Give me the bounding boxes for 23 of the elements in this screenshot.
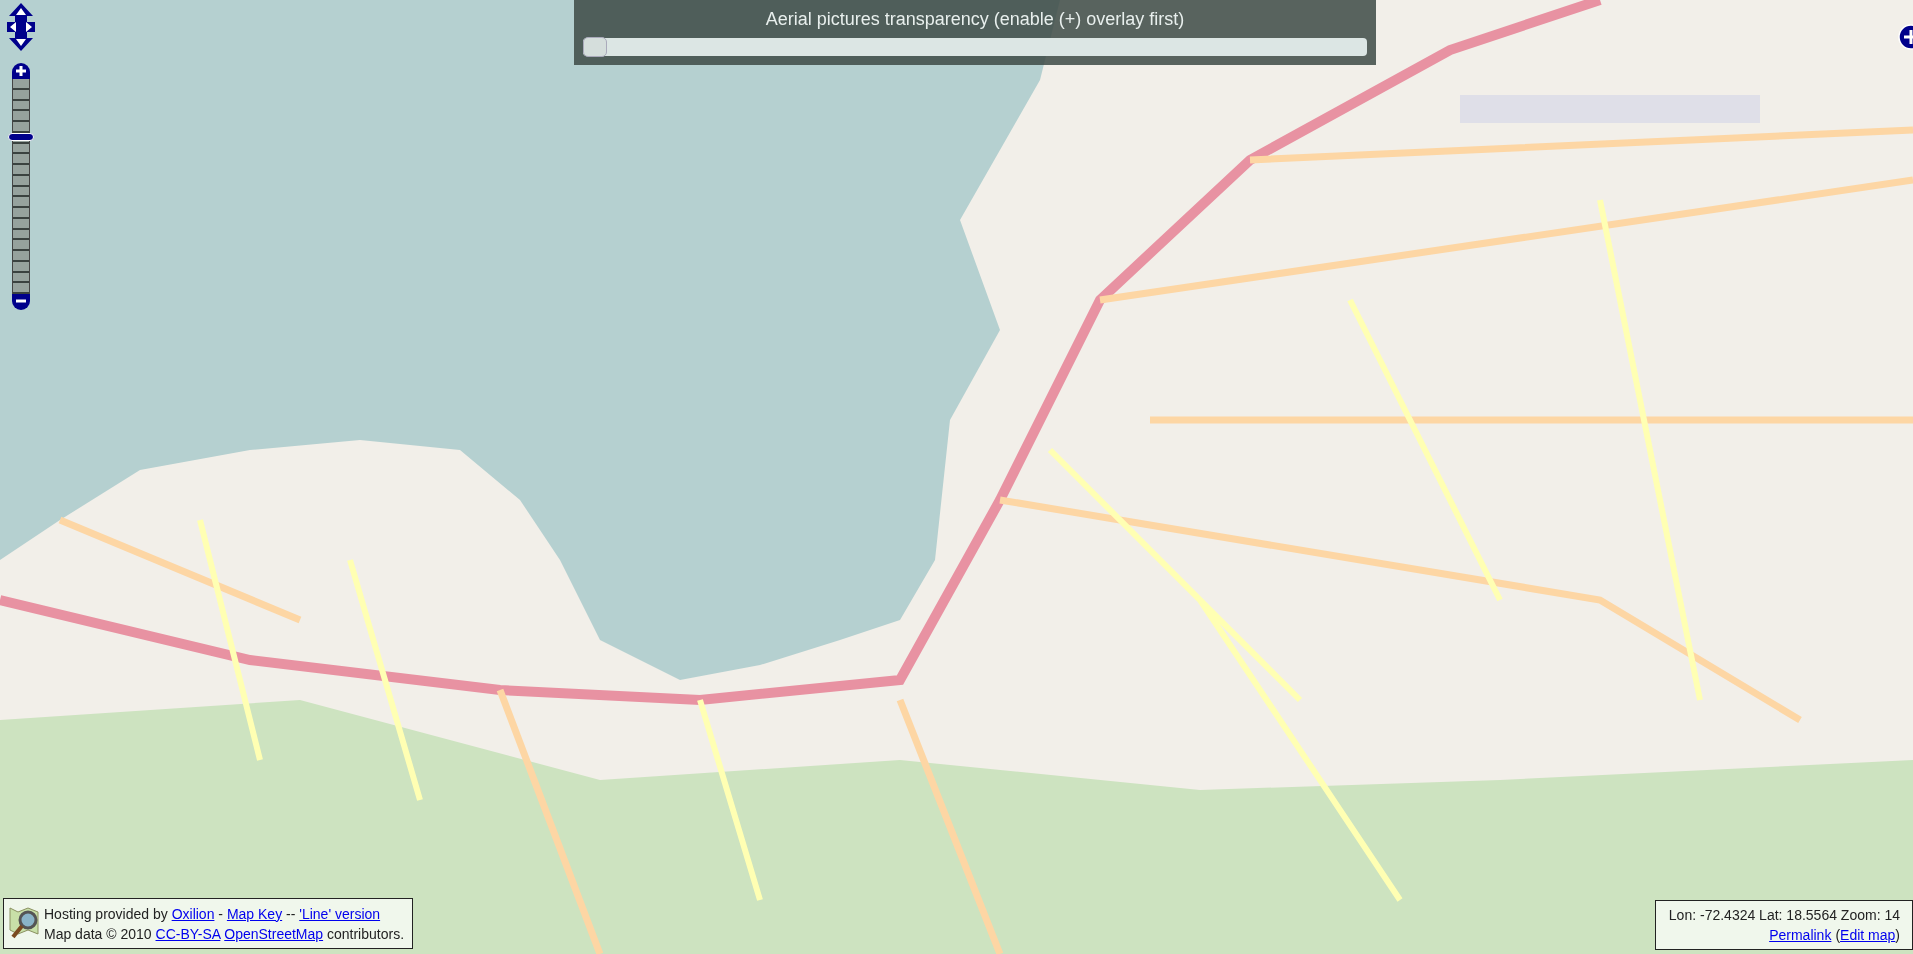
zoom-in-icon[interactable]	[12, 63, 30, 79]
link[interactable]: Map Key	[226, 905, 283, 922]
attribution-text: contributors.	[327, 925, 405, 942]
link[interactable]: 'Line' version	[299, 905, 381, 922]
attribution-text: Hosting provided by	[44, 905, 168, 922]
link[interactable]: Edit map	[1840, 925, 1896, 945]
layer-switcher-icon[interactable]	[1898, 24, 1913, 50]
attribution-text: -	[218, 905, 223, 922]
attribution-text: --	[286, 905, 296, 922]
pan-arrows-icon[interactable]	[6, 2, 36, 52]
link[interactable]: OpenStreetMap	[224, 925, 324, 942]
link[interactable]: Permalink	[1769, 925, 1832, 945]
panel-title: Aerial pictures transparency (enable (+) overlay first)	[765, 8, 1185, 30]
transparency-slider-track[interactable]	[583, 38, 1367, 56]
link[interactable]: CC-BY-SA	[155, 925, 221, 942]
zoom-slider-handle[interactable]	[8, 132, 34, 141]
map-drawing[interactable]	[0, 0, 1913, 954]
slider-thumb[interactable]	[583, 37, 607, 57]
link[interactable]: Oxilion	[171, 905, 215, 922]
paren-text: (	[1835, 926, 1841, 945]
coordinates-readout: Lon: -72.4324 Lat: 18.5564 Zoom: 14	[1668, 906, 1900, 925]
paren-text: )	[1895, 926, 1900, 945]
attribution-text: Map data © 2010	[44, 925, 152, 942]
